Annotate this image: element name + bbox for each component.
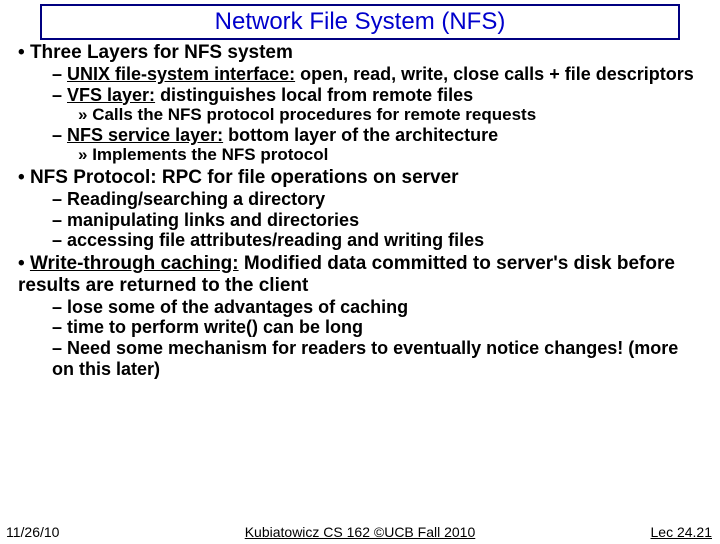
footer-course: Kubiatowicz CS 162 ©UCB Fall 2010 [0, 524, 720, 540]
sub-need-mech: Need some mechanism for readers to event… [52, 338, 702, 379]
sub-reading-dir: Reading/searching a directory [52, 189, 702, 210]
sub-nfs-service: NFS service layer: bottom layer of the a… [52, 125, 702, 146]
sub-write-long: time to perform write() can be long [52, 317, 702, 338]
sub-lose-adv: lose some of the advantages of caching [52, 297, 702, 318]
sub-file-attrs: accessing file attributes/reading and wr… [52, 230, 702, 251]
sub-vfs-layer: VFS layer: distinguishes local from remo… [52, 85, 702, 106]
slide-title: Network File System (NFS) [215, 8, 506, 35]
subsub-vfs-calls: Calls the NFS protocol procedures for re… [78, 105, 702, 125]
sub-manip-links: manipulating links and directories [52, 210, 702, 231]
slide-content: Three Layers for NFS system UNIX file-sy… [0, 42, 720, 379]
bullet-three-layers: Three Layers for NFS system [18, 42, 702, 64]
subsub-implements: Implements the NFS protocol [78, 145, 702, 165]
footer-page: Lec 24.21 [651, 524, 713, 540]
sub-unix-interface: UNIX file-system interface: open, read, … [52, 64, 702, 85]
bullet-write-through: Write-through caching: Modified data com… [18, 253, 702, 297]
title-box: Network File System (NFS) [40, 4, 680, 40]
bullet-nfs-protocol: NFS Protocol: RPC for file operations on… [18, 167, 702, 189]
